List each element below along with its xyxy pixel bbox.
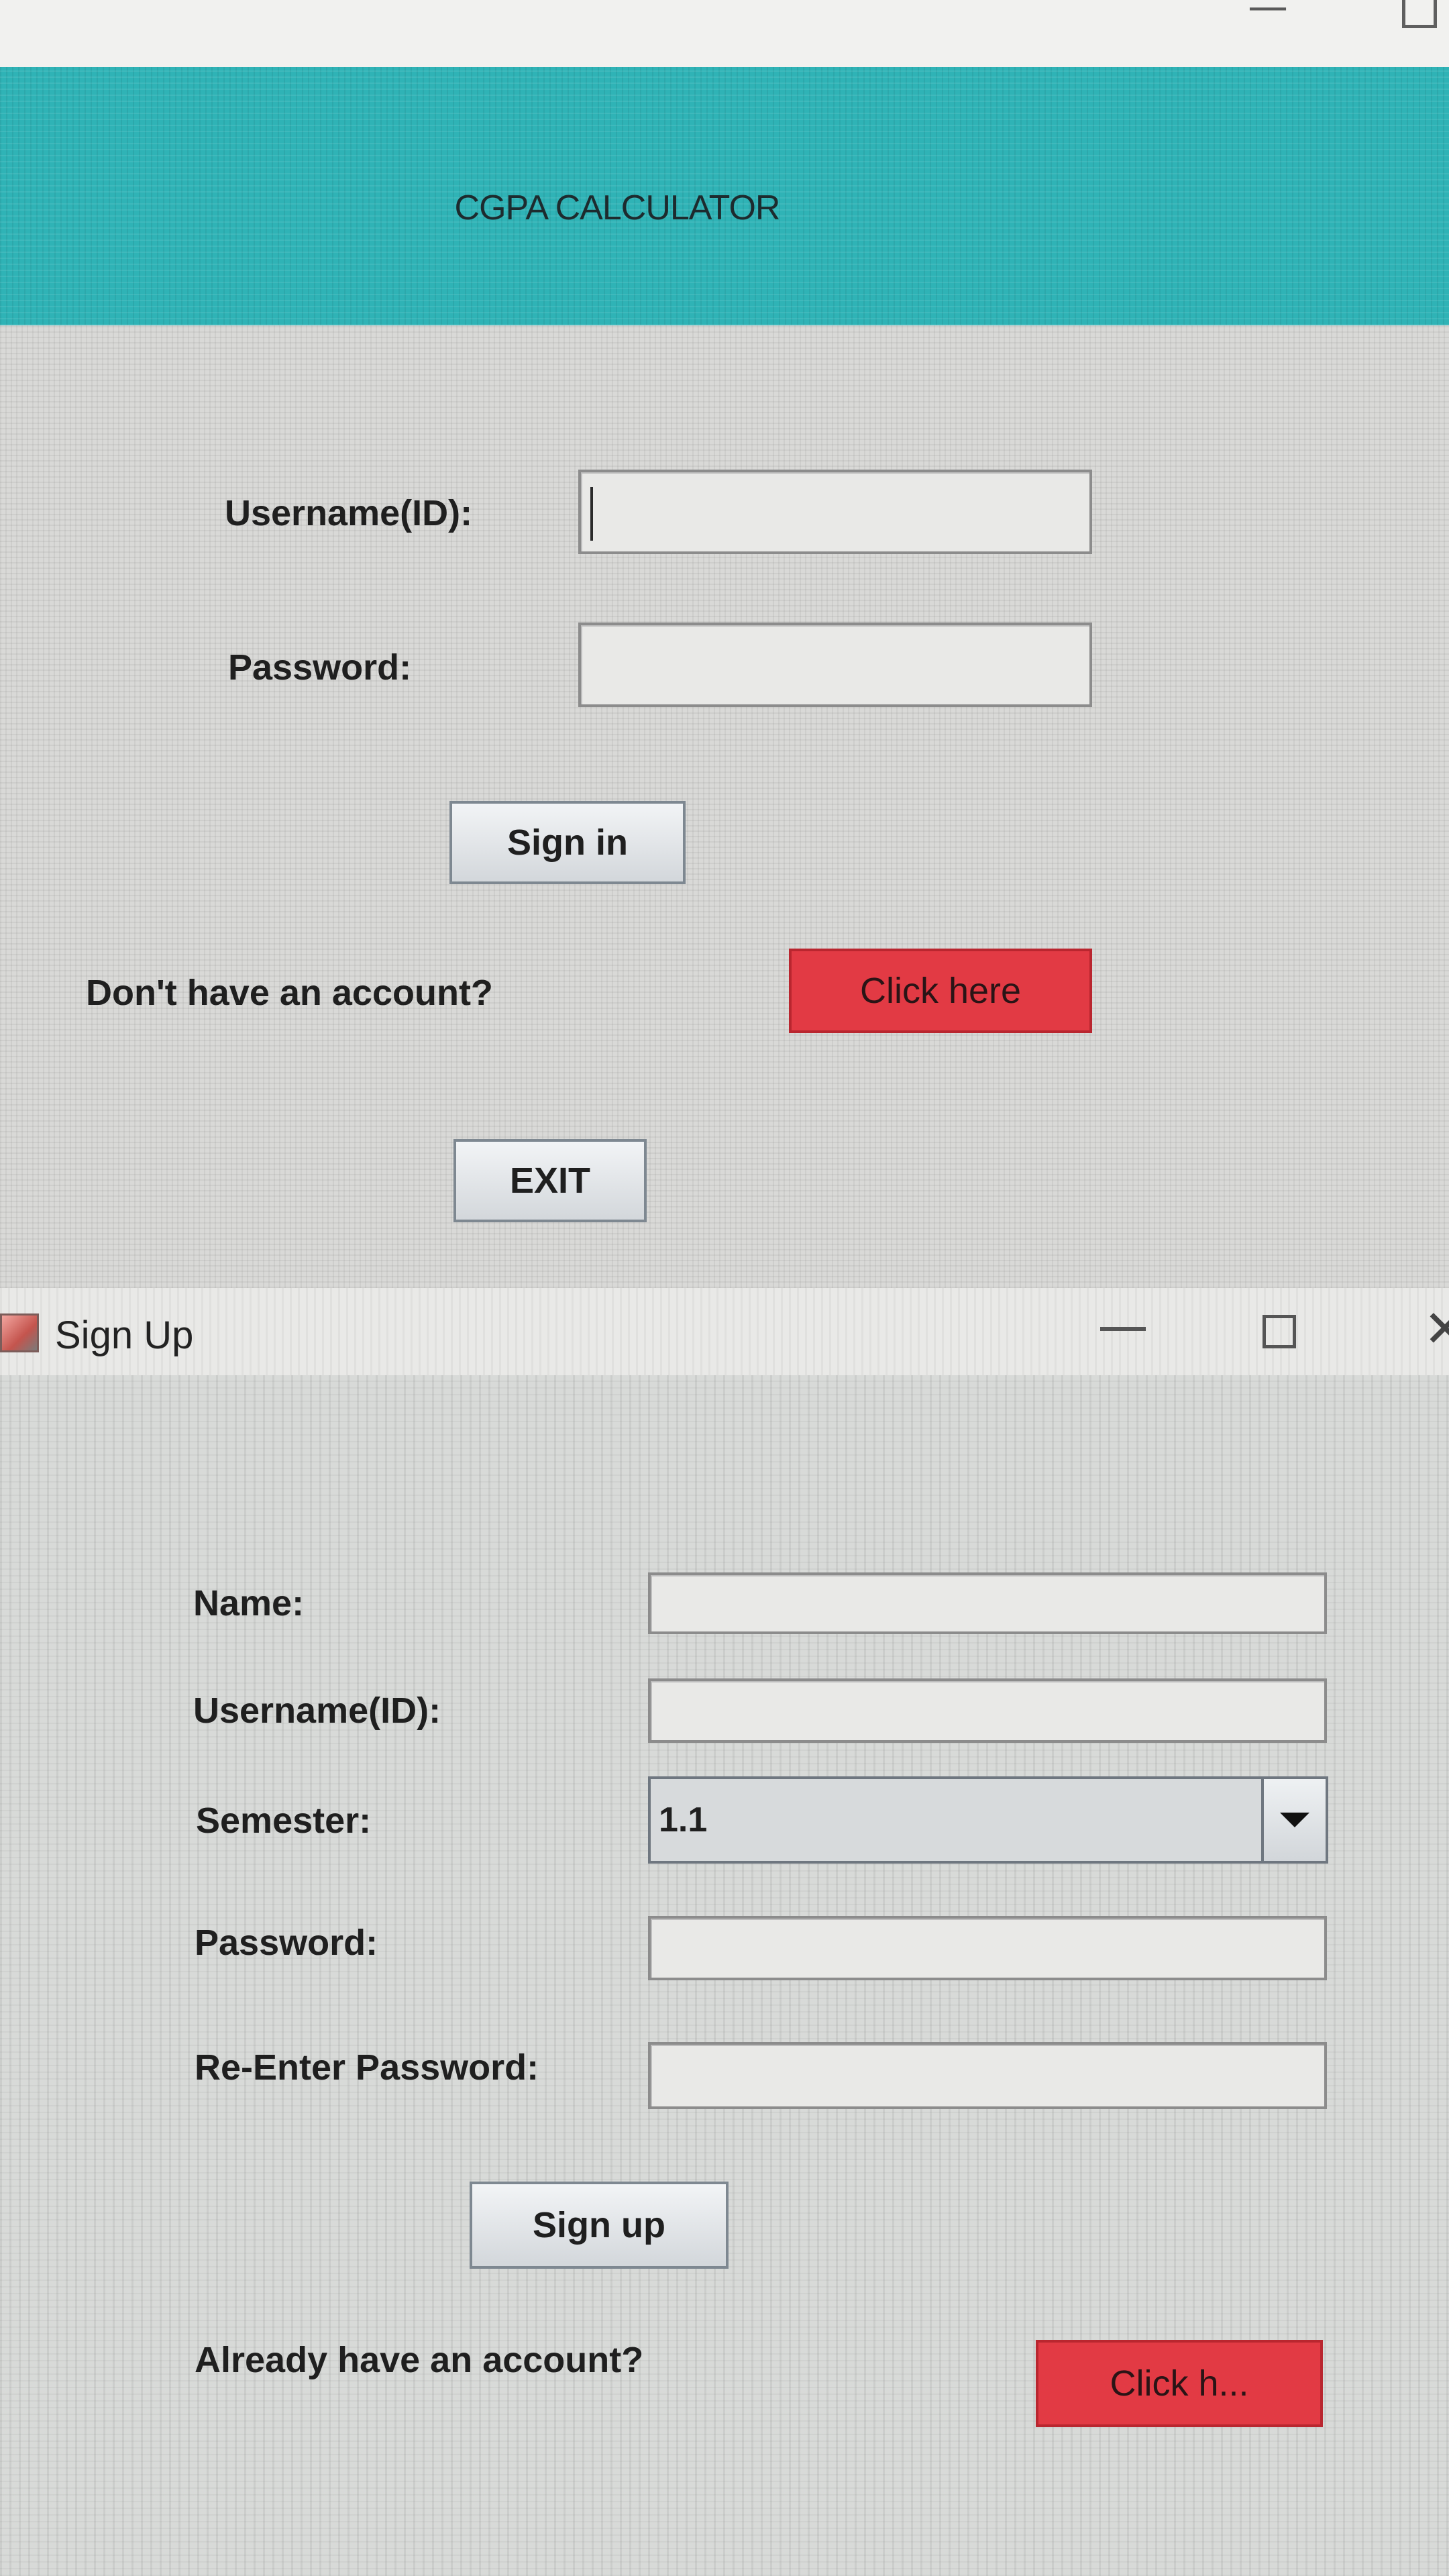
signup-password-label: Password:	[195, 1923, 378, 1963]
signup-window: Sign Up ✕ Name: Username(ID): Semester: …	[0, 1288, 1449, 2576]
text-caret	[590, 487, 593, 541]
username-input[interactable]	[578, 470, 1092, 554]
maximize-icon[interactable]	[1402, 0, 1437, 28]
signup-username-label: Username(ID):	[193, 1690, 441, 1731]
signup-password-input[interactable]	[648, 1916, 1327, 1980]
username-label: Username(ID):	[225, 493, 473, 533]
name-label: Name:	[193, 1583, 305, 1623]
sign-up-button[interactable]: Sign up	[470, 2182, 729, 2269]
no-account-text: Don't have an account?	[86, 973, 493, 1013]
password-input[interactable]	[578, 623, 1092, 707]
sign-in-button[interactable]: Sign in	[449, 801, 686, 884]
dropdown-arrow-button[interactable]	[1261, 1779, 1326, 1861]
minimize-icon[interactable]: —	[1248, 0, 1288, 27]
signup-username-input[interactable]	[648, 1678, 1327, 1743]
java-app-icon	[0, 1313, 39, 1352]
maximize-icon[interactable]	[1263, 1315, 1296, 1348]
click-here-signin-button[interactable]: Click h...	[1036, 2340, 1323, 2427]
click-here-signup-button[interactable]: Click here	[789, 949, 1092, 1033]
close-icon[interactable]: ✕	[1424, 1304, 1449, 1355]
semester-selected-value: 1.1	[659, 1801, 708, 1839]
name-input[interactable]	[648, 1572, 1327, 1634]
password-label: Password:	[228, 647, 412, 688]
chevron-down-icon	[1280, 1813, 1309, 1827]
semester-dropdown[interactable]: 1.1	[648, 1776, 1328, 1864]
exit-button[interactable]: EXIT	[453, 1139, 647, 1222]
login-window: — CGPA CALCULATOR Username(ID): Password…	[0, 0, 1449, 1288]
reenter-password-input[interactable]	[648, 2042, 1327, 2109]
app-title: CGPA CALCULATOR	[454, 189, 781, 227]
signup-titlebar: Sign Up ✕	[0, 1288, 1449, 1375]
minimize-icon[interactable]	[1100, 1327, 1146, 1331]
have-account-text: Already have an account?	[195, 2340, 644, 2380]
login-titlebar: —	[0, 0, 1449, 67]
reenter-password-label: Re-Enter Password:	[195, 2047, 539, 2088]
window-title: Sign Up	[55, 1313, 194, 1357]
semester-label: Semester:	[196, 1801, 372, 1841]
